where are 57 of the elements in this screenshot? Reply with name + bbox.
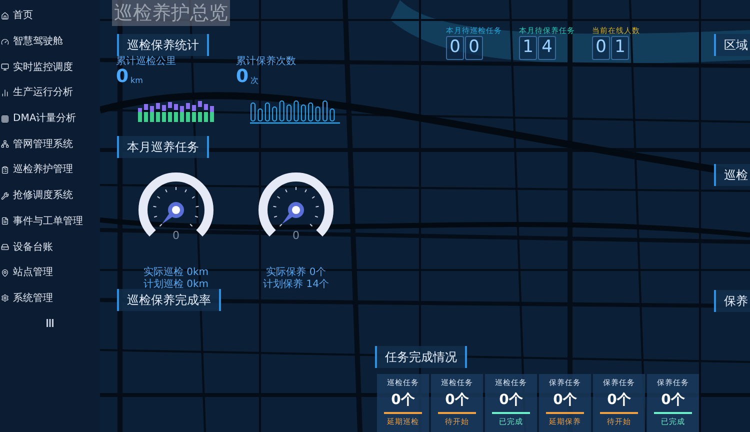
sidebar-item[interactable]: 站点管理 xyxy=(0,260,100,286)
sidebar-item[interactable]: 管网管理系统 xyxy=(0,131,100,158)
counter-digit: 0 xyxy=(446,36,464,60)
settings-icon xyxy=(1,294,9,302)
task-count: 0个 xyxy=(499,391,523,410)
metric-value: 0 xyxy=(236,67,249,87)
panel-title: 保养 xyxy=(714,290,750,312)
panel-title: 任务完成情况 xyxy=(375,346,467,368)
gauge-value: 0 xyxy=(292,228,300,244)
gauge-value: 0 xyxy=(172,228,180,244)
task-count: 0个 xyxy=(445,391,469,410)
panel-title: 本月巡养任务 xyxy=(117,136,209,158)
counter-digit: 1 xyxy=(519,36,537,60)
panel-title: 巡检保养统计 xyxy=(117,34,209,56)
metric-unit: 次 xyxy=(250,75,259,87)
metric-label: 累计巡检公里 xyxy=(116,56,176,67)
counter-digit: 4 xyxy=(538,36,556,60)
collapse-icon[interactable] xyxy=(46,319,54,328)
monitor-icon xyxy=(1,63,9,72)
counter-digit: 1 xyxy=(611,36,629,60)
sidebar-item[interactable]: 巡检养护管理 xyxy=(0,157,100,183)
map-pin-icon xyxy=(1,268,9,277)
panel-title: 巡检保养完成率 xyxy=(117,289,221,311)
page-title: 巡检养护总览 xyxy=(112,0,230,26)
metric-value: 0 xyxy=(116,67,129,87)
counter-digit: 0 xyxy=(465,36,483,60)
drive-icon xyxy=(1,243,9,252)
clipboard-icon xyxy=(1,166,9,174)
sidebar-item[interactable]: DMA计量分析 xyxy=(0,106,100,132)
bar-chart-icon xyxy=(1,88,9,97)
sidebar-item[interactable]: 设备台账 xyxy=(0,234,100,260)
metric-label: 累计保养次数 xyxy=(236,56,296,67)
gauge-caption: 计划巡检 0km xyxy=(143,278,209,290)
task-count: 0个 xyxy=(391,391,415,410)
wrench-icon xyxy=(1,192,9,200)
sidebar-item[interactable]: 抢修调度系统 xyxy=(0,182,100,208)
sidebar-item[interactable]: 系统管理 xyxy=(0,286,100,312)
sidebar-item[interactable]: 生产运行分析 xyxy=(0,80,100,106)
dashboard-icon xyxy=(1,38,9,46)
sidebar-item[interactable]: 首页 xyxy=(0,3,100,29)
sidebar-item[interactable]: 实时监控调度 xyxy=(0,54,100,80)
gauge-caption: 实际巡检 0km xyxy=(143,266,209,278)
home-icon xyxy=(1,12,9,20)
panel-title: 区域 xyxy=(714,34,750,56)
gauge-caption: 计划保养 14个 xyxy=(263,278,329,290)
task-count: 0个 xyxy=(661,391,685,410)
metric-unit: km xyxy=(130,75,143,87)
sidebar-item[interactable]: 事件与工单管理 xyxy=(0,208,100,234)
grid-icon xyxy=(1,114,9,123)
gauge-caption: 实际保养 0个 xyxy=(266,266,326,278)
task-count: 0个 xyxy=(553,391,577,410)
document-icon xyxy=(1,217,9,226)
sidebar-item[interactable]: 智慧驾驶舱 xyxy=(0,28,100,54)
panel-title: 巡检 xyxy=(714,164,750,186)
network-icon xyxy=(1,140,9,148)
task-count: 0个 xyxy=(607,391,631,410)
counter-digit: 0 xyxy=(592,36,610,60)
